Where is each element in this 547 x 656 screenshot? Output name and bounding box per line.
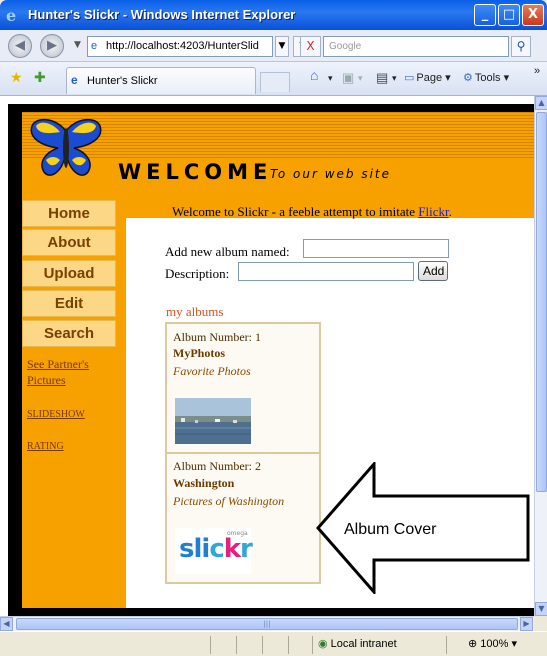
scroll-up-icon[interactable]: ▲ — [535, 96, 547, 110]
zoom-level[interactable]: ⊕ 100% ▾ — [468, 637, 517, 650]
add-button[interactable]: Add — [418, 261, 448, 281]
nav-search[interactable]: Search — [22, 320, 116, 347]
address-text: http://localhost:4203/HunterSlid — [106, 40, 259, 52]
nav-edit[interactable]: Edit — [22, 290, 116, 317]
back-button[interactable]: ◀ — [8, 34, 32, 58]
home-dropdown-icon[interactable]: ▾ — [328, 71, 333, 85]
status-bar: ◉ Local intranet ⊕ 100% ▾ — [0, 631, 547, 656]
vertical-scroll-thumb[interactable] — [536, 112, 547, 492]
nav-link-partner-pictures[interactable]: See Partner's Pictures — [27, 356, 117, 388]
title-bar: e Hunter's Slickr - Windows Internet Exp… — [0, 0, 547, 30]
search-icon[interactable]: ⚲ — [511, 36, 531, 57]
tab-ie-icon: e — [71, 73, 78, 87]
album-name[interactable]: MyPhotos — [173, 346, 225, 361]
address-bar[interactable]: e http://localhost:4203/HunterSlid — [87, 36, 273, 57]
print-dropdown-icon[interactable]: ▾ — [392, 71, 397, 85]
album-name-input[interactable] — [303, 239, 449, 258]
window-title: Hunter's Slickr - Windows Internet Explo… — [28, 7, 296, 22]
intro-text: Welcome to Slickr - a feeble attempt to … — [172, 204, 452, 219]
stop-button[interactable]: X — [300, 36, 321, 57]
nav-home[interactable]: Home — [22, 200, 116, 227]
feeds-dropdown-icon[interactable]: ▾ — [358, 71, 363, 85]
album-description: Favorite Photos — [173, 364, 251, 378]
page-menu-icon: ▭ — [404, 72, 415, 84]
welcome-subtitle: To our web site — [270, 167, 392, 181]
search-input[interactable]: Google — [323, 36, 509, 57]
address-toolbar: ◀ ▶ ▼ e http://localhost:4203/HunterSlid… — [0, 30, 547, 62]
close-button[interactable]: X — [522, 4, 544, 26]
nav-upload[interactable]: Upload — [22, 260, 116, 287]
ie-logo-icon: e — [6, 6, 17, 25]
intranet-globe-icon: ◉ — [318, 638, 328, 650]
album-cover-slickr-logo[interactable]: slickr omega — [175, 528, 253, 574]
scroll-down-icon[interactable]: ▼ — [535, 602, 547, 616]
tab-bar: ★ ✚ e Hunter's Slickr ⌂ ▾ ▣ ▾ ▤ ▾ ▭ Page … — [0, 62, 547, 96]
zone-label: Local intranet — [330, 638, 397, 650]
horizontal-scrollbar[interactable]: ◀ ||| ▶ — [0, 616, 534, 631]
new-tab-button[interactable] — [260, 72, 290, 92]
address-dropdown-icon[interactable]: ▼ — [275, 36, 289, 57]
page-menu-label: Page — [416, 72, 443, 84]
album-card[interactable]: Album Number: 1 MyPhotos Favorite Photos — [165, 322, 321, 454]
album-description: Pictures of Washington — [173, 494, 285, 508]
album-card[interactable]: Album Number: 2 Washington Pictures of W… — [165, 452, 321, 584]
butterfly-logo-icon — [30, 118, 102, 176]
forward-button[interactable]: ▶ — [40, 34, 64, 58]
security-zone: ◉ Local intranet — [318, 637, 397, 650]
my-albums-heading: my albums — [166, 304, 224, 319]
add-favorites-icon[interactable]: ✚ — [34, 71, 46, 85]
tab-hunters-slickr[interactable]: e Hunter's Slickr — [66, 67, 256, 94]
zoom-icon: ⊕ — [468, 638, 478, 650]
page-menu[interactable]: ▭ Page ▾ — [404, 71, 451, 85]
album-name[interactable]: Washington — [173, 476, 234, 491]
print-icon[interactable]: ▤ — [376, 71, 388, 85]
tab-label: Hunter's Slickr — [87, 75, 158, 87]
tools-menu[interactable]: ⚙ Tools ▾ — [463, 71, 509, 85]
maximize-button[interactable]: □ — [498, 4, 520, 26]
scroll-left-icon[interactable]: ◀ — [0, 617, 13, 631]
album-cover-photo[interactable] — [175, 398, 251, 444]
nav-link-rating[interactable]: RATING — [27, 439, 64, 455]
welcome-heading: WELCOME — [118, 160, 273, 184]
description-label: Description: — [165, 266, 230, 281]
more-commands-icon[interactable]: » — [534, 64, 540, 78]
web-content: WELCOME To our web site Home About Uploa… — [0, 96, 534, 616]
horizontal-scroll-thumb[interactable]: ||| — [16, 618, 518, 630]
tools-menu-label: Tools — [474, 72, 501, 84]
album-name-label: Add new album named: — [165, 244, 290, 259]
album-number: Album Number: 2 — [173, 459, 261, 473]
nav-about[interactable]: About — [22, 229, 116, 256]
nav-link-slideshow[interactable]: SLIDESHOW — [27, 407, 85, 423]
description-input[interactable] — [238, 262, 414, 281]
vertical-scrollbar[interactable]: ▲ ▼ — [534, 96, 547, 616]
minimize-button[interactable]: _ — [474, 4, 496, 26]
home-icon[interactable]: ⌂ — [310, 68, 318, 82]
tools-gear-icon: ⚙ — [463, 72, 473, 84]
album-number: Album Number: 1 — [173, 330, 261, 344]
page-icon: e — [91, 40, 98, 52]
favorites-star-icon[interactable]: ★ — [10, 71, 23, 85]
album-cover-annotation: Album Cover — [344, 521, 437, 538]
feeds-icon[interactable]: ▣ — [342, 71, 354, 85]
history-dropdown-icon[interactable]: ▼ — [74, 40, 81, 50]
flickr-link[interactable]: Flickr — [418, 204, 448, 219]
scroll-right-icon[interactable]: ▶ — [520, 617, 533, 631]
